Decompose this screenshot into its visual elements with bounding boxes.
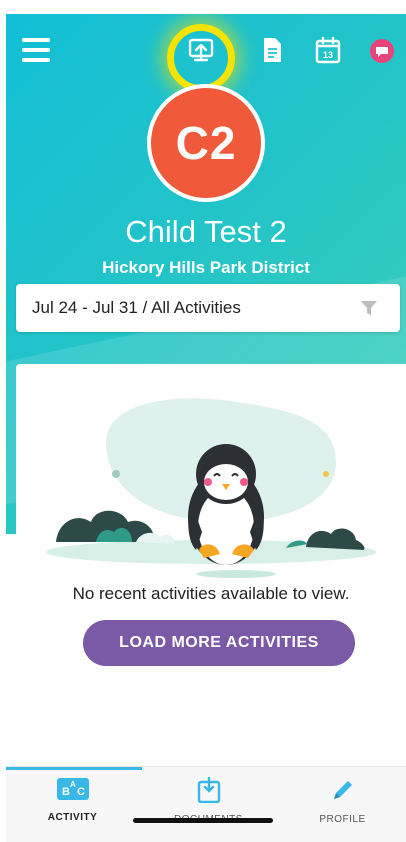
- tab-activity[interactable]: B A C ACTIVITY: [6, 777, 139, 829]
- penguin-illustration: [46, 398, 376, 578]
- documents-icon: [197, 776, 220, 804]
- avatar-initials: C2: [175, 117, 237, 169]
- avatar[interactable]: C2: [147, 84, 265, 202]
- calendar-day: 13: [323, 50, 333, 60]
- tab-activity-label: ACTIVITY: [47, 812, 98, 823]
- active-tab-indicator: [6, 767, 142, 770]
- svg-text:A: A: [70, 780, 76, 789]
- filter-label: Jul 24 - Jul 31 / All Activities: [32, 298, 241, 317]
- home-indicator: [133, 818, 273, 823]
- activity-icon: B A C: [56, 778, 89, 800]
- calendar-icon[interactable]: 13: [314, 36, 342, 64]
- check-in-icon[interactable]: [187, 36, 215, 64]
- document-icon[interactable]: [258, 36, 286, 64]
- bottom-tab-bar: B A C ACTIVITY DOCUMENTS PROFILE: [6, 766, 406, 842]
- tab-profile-label: PROFILE: [319, 814, 366, 825]
- svg-text:B: B: [62, 786, 70, 798]
- app-screen: 13 C2 Child Test 2 Hickory Hills Park Di…: [6, 14, 406, 842]
- organization-name: Hickory Hills Park District: [102, 258, 310, 277]
- svg-text:C: C: [77, 786, 85, 798]
- top-toolbar: 13: [6, 14, 406, 94]
- date-activity-filter[interactable]: Jul 24 - Jul 31 / All Activities: [16, 284, 400, 332]
- activity-feed-card: No recent activities available to view. …: [16, 364, 406, 784]
- tab-profile[interactable]: PROFILE: [276, 777, 406, 829]
- profile-icon: [333, 781, 352, 799]
- chat-icon[interactable]: [369, 38, 395, 64]
- load-more-activities-button[interactable]: LOAD MORE ACTIVITIES: [83, 620, 355, 666]
- empty-state-message: No recent activities available to view.: [72, 584, 350, 603]
- child-name: Child Test 2: [125, 214, 287, 249]
- filter-icon[interactable]: [360, 299, 378, 317]
- menu-icon[interactable]: [22, 38, 50, 64]
